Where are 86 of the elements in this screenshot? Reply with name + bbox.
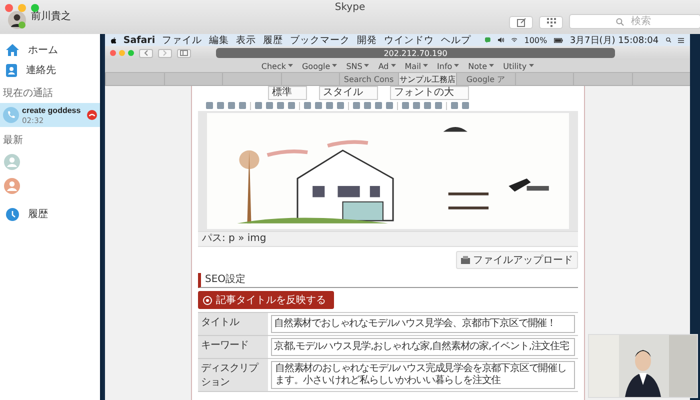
bookmark-menu[interactable]: Info — [437, 62, 460, 70]
menu-item[interactable]: ヘルプ — [441, 34, 472, 46]
caret-icon — [390, 64, 396, 68]
call-name: create goddess — [22, 105, 81, 116]
phone-icon — [3, 107, 19, 123]
battery-percentage: 100% — [524, 36, 548, 44]
browser-tab[interactable]: Google ア — [456, 73, 514, 85]
section-heading: 現在の通話 — [2, 86, 54, 101]
dialpad-button[interactable] — [539, 16, 563, 29]
contact-card-icon — [6, 64, 17, 76]
caret-icon — [423, 64, 428, 68]
section-heading: SEO設定 — [198, 273, 578, 288]
dropdown-field[interactable]: 標準 — [268, 86, 307, 100]
caret-icon — [332, 64, 338, 68]
menu-item[interactable]: ウインドウ — [384, 34, 434, 46]
bookmark-menu[interactable]: Google — [302, 62, 338, 70]
back-icon — [144, 50, 148, 56]
nav-item[interactable]: ホーム — [0, 40, 100, 60]
close-button[interactable] — [110, 50, 116, 56]
caret-icon — [454, 64, 460, 68]
compose-icon — [516, 18, 526, 27]
menu-item[interactable]: Safari — [123, 34, 156, 46]
apply-title-button[interactable]: 記事タイトルを反映する — [198, 291, 334, 309]
upload-button[interactable]: ファイルアップロード — [456, 251, 578, 269]
text-field[interactable]: 自然素材でおしゃれなモデルハウス見学会、京都市下京区で開催！ — [271, 315, 575, 333]
forward-button[interactable] — [158, 48, 172, 58]
caret-icon — [364, 64, 370, 68]
contact-avatar[interactable] — [4, 178, 20, 194]
caret-icon — [288, 64, 293, 68]
menu-item[interactable]: 編集 — [209, 34, 230, 46]
folder-icon — [461, 256, 470, 264]
browser-tab[interactable]: サンプル工務店 — [398, 73, 456, 85]
dialpad-icon — [546, 18, 556, 27]
menu-item[interactable]: 開発 — [357, 34, 378, 46]
clock-icon — [6, 208, 19, 220]
battery-icon[interactable] — [554, 36, 563, 44]
wifi-icon[interactable] — [510, 36, 518, 44]
search-icon — [616, 18, 624, 26]
apple-icon[interactable] — [111, 36, 116, 44]
forward-icon — [163, 50, 167, 56]
menu-item[interactable]: ブックマーク — [290, 34, 350, 46]
menu-item[interactable]: ファイル — [162, 34, 202, 46]
text-field[interactable]: 自然素材のおしゃれなモデルハウス完成見学会を京都下京区で開催します。小さいけれど私らしいかわいい暮らしを注文住 — [271, 361, 575, 389]
field-label: ディスクリプション — [198, 359, 268, 392]
target-icon — [203, 296, 212, 304]
volume-icon[interactable] — [498, 36, 504, 44]
section-heading: 最新 — [2, 134, 24, 148]
bookmark-menu[interactable]: Note — [468, 62, 494, 70]
home-icon — [6, 44, 19, 56]
bookmark-menu[interactable]: Ad — [378, 62, 396, 70]
user-name: 前川貴之 — [31, 10, 71, 23]
text-field[interactable]: 京都,モデルハウス見学,おしゃれな家,自然素材の家,イベント,注文住宅 — [271, 338, 575, 356]
caret-icon — [489, 64, 494, 68]
editor-path: パス: p » img — [198, 231, 578, 247]
bookmark-menu[interactable]: Utility — [503, 62, 534, 70]
minimize-button[interactable] — [18, 4, 26, 12]
hang-up-icon[interactable] — [87, 110, 97, 120]
minimize-button[interactable] — [119, 50, 125, 56]
back-button[interactable] — [139, 48, 153, 58]
menu-item[interactable]: 表示 — [236, 34, 256, 46]
nav-item[interactable]: 連絡先 — [0, 60, 100, 80]
dropdown-field[interactable]: フォントの大 — [390, 86, 469, 100]
address-bar[interactable]: 202.212.70.190 — [216, 48, 615, 58]
nav-item[interactable]: 履歴 — [0, 204, 100, 224]
list-icon[interactable] — [678, 36, 684, 44]
zoom-button[interactable] — [128, 50, 134, 56]
chat-icon[interactable] — [485, 36, 490, 44]
dropdown-field[interactable]: スタイル — [319, 86, 378, 100]
zoom-button[interactable] — [31, 4, 39, 12]
window-title: Skype — [334, 2, 366, 13]
close-button[interactable] — [5, 4, 13, 12]
sidebar-icon — [180, 50, 188, 56]
bookmark-menu[interactable]: SNS — [346, 62, 370, 70]
avatar-icon[interactable] — [8, 11, 26, 29]
compose-button[interactable] — [509, 16, 533, 29]
sidebar-button[interactable] — [177, 48, 191, 58]
field-label: タイトル — [198, 313, 268, 336]
menubar-clock: 3月7日(月) 15:08:04 — [570, 34, 659, 46]
contact-avatar[interactable] — [4, 154, 20, 170]
caret-icon — [528, 64, 534, 68]
bookmark-menu[interactable]: Mail — [404, 62, 428, 70]
bookmark-menu[interactable]: Check — [261, 62, 293, 70]
menu-item[interactable]: 履歴 — [263, 34, 284, 46]
search-field[interactable]: 検索 — [569, 14, 700, 29]
field-label: キーワード — [198, 336, 268, 359]
search-icon[interactable] — [666, 36, 671, 44]
